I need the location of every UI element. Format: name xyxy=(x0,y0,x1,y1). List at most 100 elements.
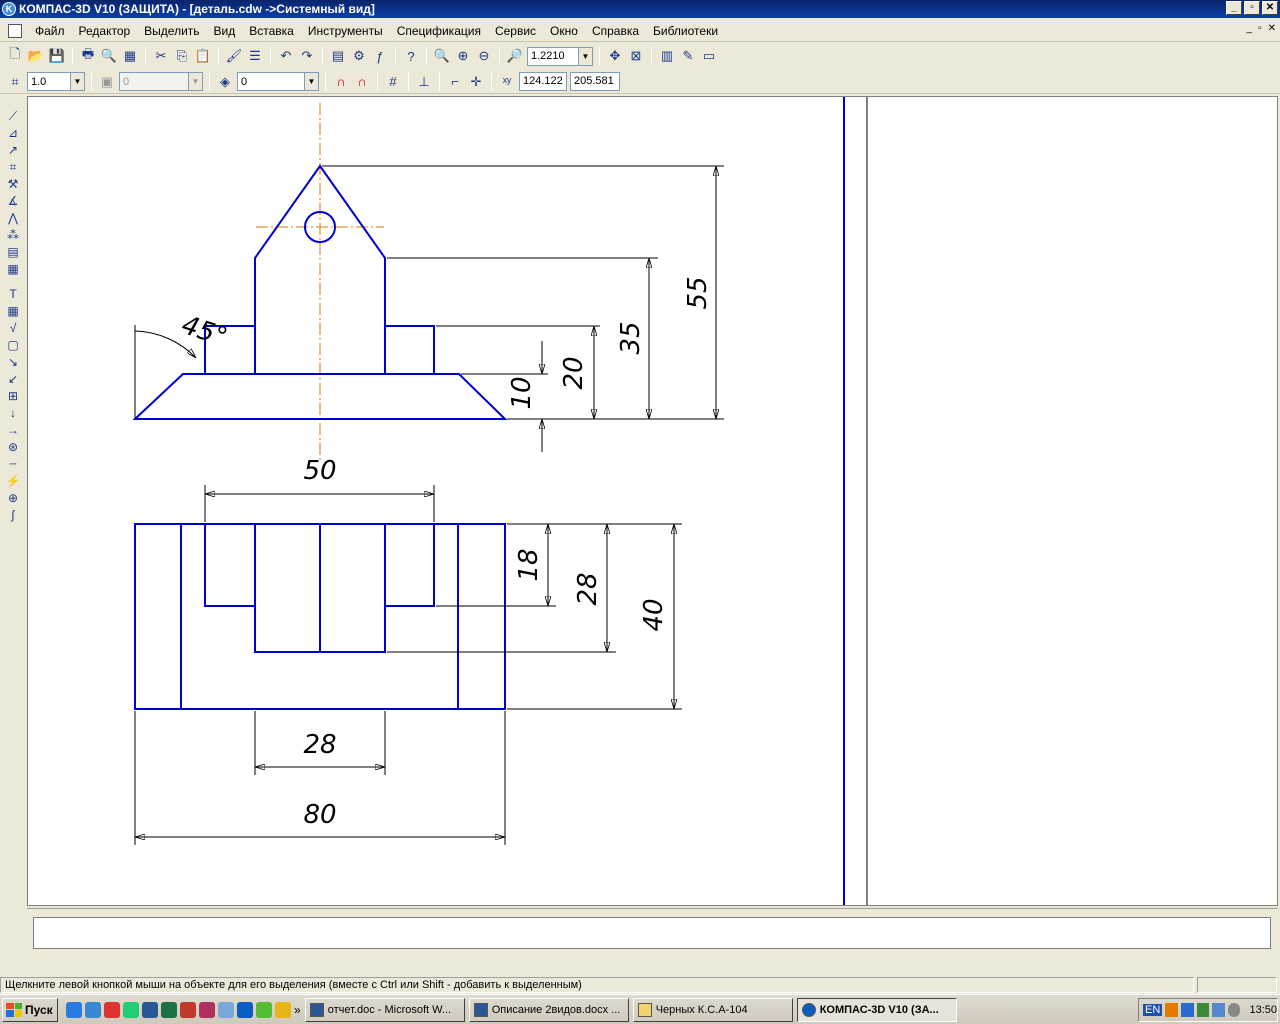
more-icon[interactable]: » xyxy=(294,1003,301,1017)
document-icon[interactable] xyxy=(8,23,22,38)
preview-doc-icon[interactable]: ▦ xyxy=(121,47,139,65)
symbols-icon[interactable]: ↗ xyxy=(4,142,22,158)
parametrization-icon[interactable]: ⚒ xyxy=(4,176,22,192)
leader-icon[interactable]: ↘ xyxy=(4,354,22,370)
menu-window[interactable]: Окно xyxy=(543,24,585,38)
menu-libraries[interactable]: Библиотеки xyxy=(646,24,725,38)
snap-grid-icon[interactable]: ⌗ xyxy=(6,73,24,91)
properties-brush-icon[interactable]: 🖌 xyxy=(225,47,243,65)
local-cs-icon[interactable]: ⊥ xyxy=(415,73,433,91)
edit-icon[interactable]: ⌗ xyxy=(4,159,22,175)
undo-icon[interactable]: ↶ xyxy=(277,47,295,65)
volume-icon[interactable] xyxy=(1212,1003,1225,1017)
associative-views-icon[interactable]: ⁂ xyxy=(4,227,22,243)
excel-icon[interactable] xyxy=(161,1001,177,1018)
tray-app-icon[interactable] xyxy=(1165,1003,1178,1017)
selection-icon[interactable]: ⋀ xyxy=(4,210,22,226)
tray-security-icon[interactable] xyxy=(1196,1003,1210,1017)
close-button[interactable]: ✕ xyxy=(1262,1,1278,15)
doc-close-button[interactable]: ✕ xyxy=(1268,23,1276,34)
position-icon[interactable]: ↙ xyxy=(4,371,22,387)
coord-x-field[interactable]: 124.122 xyxy=(519,72,567,91)
menu-help[interactable]: Справка xyxy=(585,24,646,38)
open-file-icon[interactable]: 📂 xyxy=(27,47,45,65)
tolerance-icon[interactable]: ⊞ xyxy=(4,388,22,404)
zoom-out-icon[interactable]: ⊖ xyxy=(475,47,493,65)
chrome-icon[interactable] xyxy=(275,1001,291,1018)
grid-icon[interactable]: # xyxy=(384,73,402,91)
kompas-icon[interactable] xyxy=(237,1001,253,1018)
menu-service[interactable]: Сервис xyxy=(488,24,543,38)
ortho-icon[interactable]: ⌐ xyxy=(446,73,464,91)
start-button[interactable]: Пуск xyxy=(2,997,58,1022)
show-all-icon[interactable]: ⊠ xyxy=(627,47,645,65)
task-word-report[interactable]: отчет.doc - Microsoft W... xyxy=(304,997,465,1022)
base-icon[interactable]: ▢ xyxy=(4,337,22,353)
geometry-icon[interactable]: ⟋ xyxy=(4,108,22,124)
snap-magnet-icon[interactable]: ∩ xyxy=(332,73,350,91)
task-word-description[interactable]: Описание 2видов.docx ... xyxy=(468,997,629,1022)
restore-button[interactable]: ▫ xyxy=(1244,1,1260,15)
panel-icon[interactable]: ▭ xyxy=(700,47,718,65)
zoom-window-icon[interactable]: 🔍 xyxy=(433,47,451,65)
zoom-scale-icon[interactable]: 🔎 xyxy=(506,47,524,65)
chevron-down-icon[interactable]: ▼ xyxy=(578,47,592,65)
layer-state-icon[interactable]: ◈ xyxy=(216,73,234,91)
save-icon[interactable]: 💾 xyxy=(48,47,66,65)
refresh-icon[interactable]: ▥ xyxy=(658,47,676,65)
chevron-down-icon[interactable]: ▼ xyxy=(70,73,84,90)
new-file-icon[interactable]: 🗋 xyxy=(6,46,24,65)
network-icon[interactable] xyxy=(1180,1003,1194,1017)
top-view[interactable] xyxy=(134,523,506,710)
wave-line-icon[interactable]: ⚡ xyxy=(4,473,22,489)
local-snap-magnet-icon[interactable]: ∩ xyxy=(353,73,371,91)
zoom-combo[interactable]: 1.2210 ▼ xyxy=(527,46,593,66)
menu-view[interactable]: Вид xyxy=(207,24,243,38)
pan-icon[interactable]: ✥ xyxy=(606,47,624,65)
drawing-canvas[interactable]: 55 35 20 10 50 18 28 40 28 80 45° xyxy=(27,96,1278,906)
copy-icon[interactable]: ⎘ xyxy=(173,47,191,65)
manager-icon[interactable]: ▤ xyxy=(329,47,347,65)
task-folder[interactable]: Черных К.С.А-104 xyxy=(632,997,793,1022)
opera-icon[interactable] xyxy=(104,1001,120,1018)
menu-select[interactable]: Выделить xyxy=(137,24,206,38)
menu-tools[interactable]: Инструменты xyxy=(301,24,390,38)
desktop-icon[interactable] xyxy=(85,1001,101,1018)
spec-icon[interactable]: ▤ xyxy=(4,244,22,260)
menu-specification[interactable]: Спецификация xyxy=(390,24,488,38)
minimize-button[interactable]: _ xyxy=(1226,1,1242,15)
cursor-snap-icon[interactable]: ✛ xyxy=(467,73,485,91)
view-state-icon[interactable]: ▣ xyxy=(98,73,116,91)
curve-icon[interactable]: ∫ xyxy=(4,507,22,523)
edit-pencil-icon[interactable]: ✎ xyxy=(679,47,697,65)
menu-file[interactable]: Файл xyxy=(28,24,72,38)
drawing-svg[interactable]: 55 35 20 10 50 18 28 40 28 80 45° xyxy=(28,97,1278,906)
section-icon[interactable]: → xyxy=(4,422,22,438)
ie-icon[interactable] xyxy=(66,1001,82,1018)
reports-icon[interactable]: ▦ xyxy=(4,261,22,277)
menu-editor[interactable]: Редактор xyxy=(72,24,138,38)
redo-icon[interactable]: ↷ xyxy=(298,47,316,65)
doc-restore-button[interactable]: ▫ xyxy=(1258,23,1262,34)
break-icon[interactable]: ⊛ xyxy=(4,439,22,455)
access-icon[interactable] xyxy=(199,1001,215,1018)
cut-icon[interactable]: ✂ xyxy=(152,47,170,65)
center-mark-icon[interactable]: ⊕ xyxy=(4,490,22,506)
chevron-down-icon[interactable]: ▼ xyxy=(304,73,318,90)
doc-minimize-button[interactable]: _ xyxy=(1247,23,1253,34)
list-icon[interactable]: ☰ xyxy=(246,47,264,65)
language-indicator[interactable]: EN xyxy=(1143,1004,1163,1016)
menu-insert[interactable]: Вставка xyxy=(242,24,301,38)
axis-line-icon[interactable]: ┄ xyxy=(4,456,22,472)
print-icon[interactable]: 🖶 xyxy=(79,46,97,65)
explorer-icon[interactable] xyxy=(218,1001,234,1018)
view-arrow-icon[interactable]: ↓ xyxy=(4,405,22,421)
word-icon[interactable] xyxy=(142,1001,158,1018)
text-icon[interactable]: T xyxy=(4,286,22,302)
cleaner-icon[interactable] xyxy=(256,1001,272,1018)
tray-update-icon[interactable] xyxy=(1227,1003,1241,1017)
style-combo[interactable]: 1.0 ▼ xyxy=(27,72,85,91)
table-icon[interactable]: ▦ xyxy=(4,303,22,319)
skype-icon[interactable] xyxy=(123,1001,139,1018)
properties-input-area[interactable] xyxy=(33,917,1271,949)
